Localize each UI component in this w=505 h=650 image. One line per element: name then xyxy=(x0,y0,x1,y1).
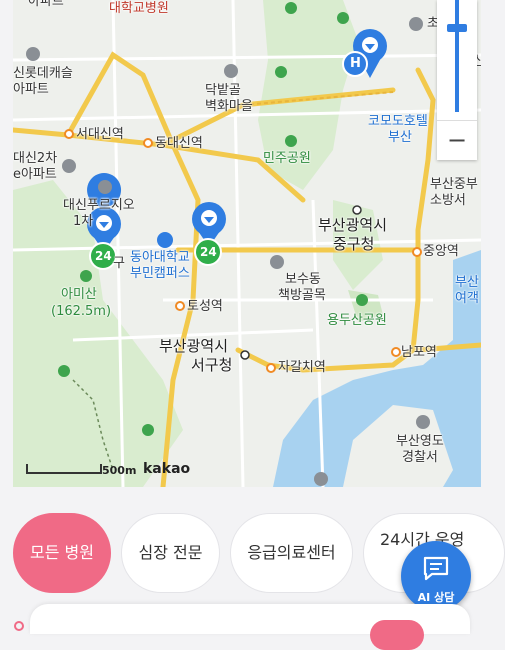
map-label-station: 토성역 xyxy=(187,299,223,314)
kakao-logo: kakao xyxy=(143,461,191,477)
scale-bar xyxy=(26,464,102,474)
hospital-pin-24-left[interactable]: 24 xyxy=(95,248,112,264)
map-label: 아파트 xyxy=(28,0,64,9)
hospital-pin-24-mid[interactable]: 24 xyxy=(200,244,217,260)
map-label: 구 xyxy=(113,256,125,271)
filter-chip-cardiac[interactable]: 심장 전문 xyxy=(121,513,220,593)
map-label: 여객 xyxy=(455,291,479,306)
map-label-hospital: 대학교병원 xyxy=(109,1,169,16)
map-label-mountain: 아미산 xyxy=(61,287,97,302)
map-label: 책방골목 xyxy=(278,288,326,303)
map-label-office: 부산광역시 xyxy=(318,216,388,234)
filter-chip-emergency[interactable]: 응급의료센터 xyxy=(230,513,353,593)
chat-icon xyxy=(423,556,449,581)
map-label: 코모도호텔 xyxy=(368,114,428,129)
list-indicator xyxy=(14,621,24,631)
zoom-out-button[interactable]: − xyxy=(437,120,477,161)
map-label: 부산중부 xyxy=(430,177,478,192)
hospital-pin-h[interactable]: H xyxy=(350,56,361,72)
zoom-slider-track[interactable] xyxy=(455,0,459,112)
hospital-list-card[interactable] xyxy=(30,604,470,650)
map-label-station: 서대신역 xyxy=(76,127,124,142)
map-label-office: 중구청 xyxy=(333,235,375,253)
map-label: 1차 xyxy=(73,214,94,229)
map-label: 소방서 xyxy=(430,193,466,208)
map-label-office: 부산광역시 xyxy=(159,337,229,355)
map-label-office: 서구청 xyxy=(191,356,233,374)
ai-consult-label: AI 상담 xyxy=(417,591,455,604)
map-canvas xyxy=(13,0,481,487)
map-label: 벽화마을 xyxy=(205,99,253,114)
map-label: 대신2차 xyxy=(13,151,58,166)
zoom-slider-knob[interactable] xyxy=(447,24,467,32)
map-view[interactable]: 대학교병원 아파트 신롯데캐슬 아파트 서대신역 동대신역 대신2차 e아파트 … xyxy=(13,0,481,487)
map-label: 대신푸르지오 xyxy=(63,198,135,213)
map-label: 부산영도 xyxy=(396,434,444,449)
map-label-station: 중앙역 xyxy=(423,244,459,259)
map-label: 보수동 xyxy=(285,272,321,287)
map-label: 부산 xyxy=(388,130,412,145)
card-accent xyxy=(370,620,424,650)
map-label-station: 동대신역 xyxy=(155,136,203,151)
map-label: e아파트 xyxy=(13,167,57,182)
map-label-mountain: (162.5m) xyxy=(51,304,112,319)
map-label-campus: 동아대학교 xyxy=(130,250,190,265)
zoom-control[interactable]: − xyxy=(437,0,477,160)
map-label-station: 남포역 xyxy=(401,345,437,360)
scale-label: 500m xyxy=(102,464,137,477)
map-label-park: 민주공원 xyxy=(263,151,311,166)
map-label: 닥밭골 xyxy=(205,83,241,98)
map-label: 경찰서 xyxy=(402,450,438,465)
map-label-campus: 부민캠퍼스 xyxy=(130,266,190,281)
map-label: 아파트 xyxy=(13,82,49,97)
filter-chip-all[interactable]: 모든 병원 xyxy=(13,513,111,593)
map-label-park: 용두산공원 xyxy=(327,313,387,328)
map-label: 신롯데캐슬 xyxy=(13,66,73,81)
ai-consult-button[interactable]: AI 상담 xyxy=(401,541,471,611)
map-label: 부산 xyxy=(455,275,479,290)
map-label-station: 자갈치역 xyxy=(278,360,326,375)
